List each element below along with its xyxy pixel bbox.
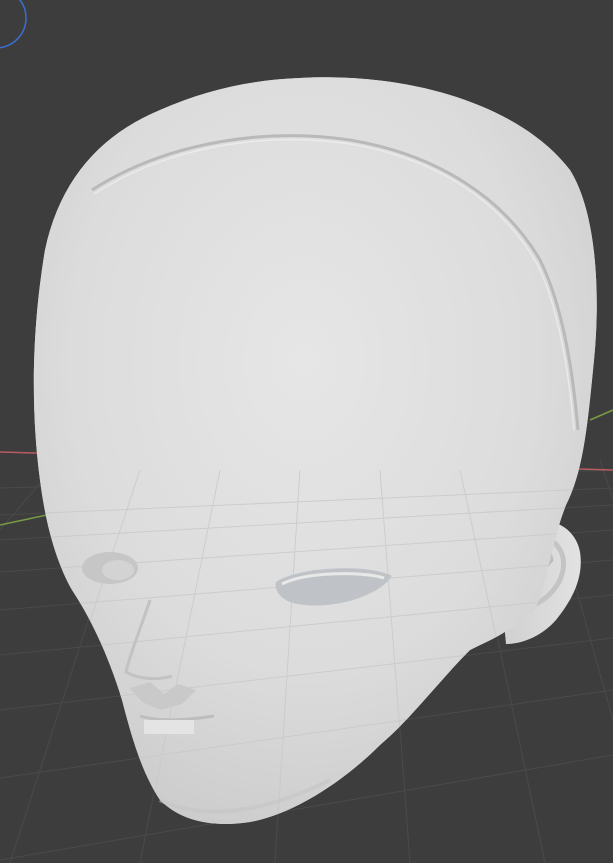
view-orbit-circle-icon[interactable] xyxy=(0,0,27,49)
y-axis-line-right xyxy=(589,409,613,421)
3d-viewport[interactable] xyxy=(0,0,613,863)
head-mesh[interactable] xyxy=(0,77,613,863)
